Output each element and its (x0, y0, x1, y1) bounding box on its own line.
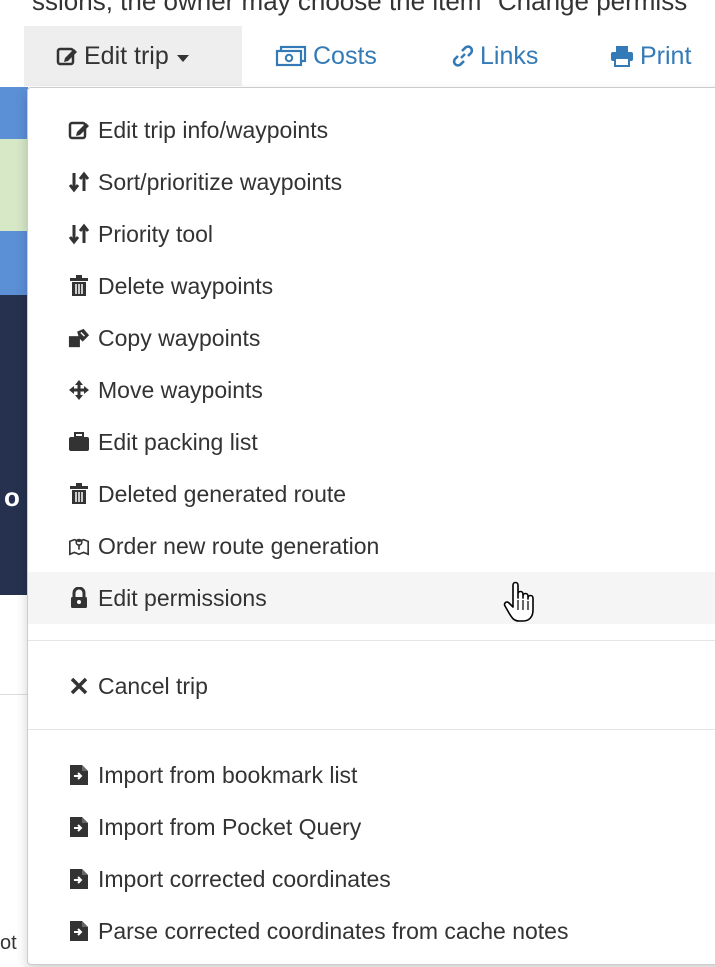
edge-fragment-bottom: ot (0, 932, 17, 954)
money-icon (275, 45, 307, 67)
file-import-icon (68, 764, 90, 786)
menu-item-edit-permissions[interactable]: Edit permissions (28, 572, 715, 624)
page: ssions, the owner may choose the item "C… (0, 0, 715, 967)
menu-item-label: Cancel trip (98, 672, 208, 699)
hand-cursor-icon (503, 580, 537, 629)
menu-item-label: Move waypoints (98, 376, 263, 403)
menu-item-label: Delete waypoints (98, 272, 274, 299)
lock-icon (68, 587, 90, 609)
edit-icon (68, 119, 90, 141)
menu-item-import-bookmark-list[interactable]: Import from bookmark list (28, 749, 715, 801)
menu-item-label: Copy waypoints (98, 324, 261, 351)
trip-nav: Edit trip Costs Links Print (0, 0, 715, 86)
menu-item-label: Parse corrected coordinates from cache n… (98, 917, 569, 944)
caret-down-icon (176, 54, 189, 62)
edit-trip-menu: Edit trip info/waypoints Sort/prioritize… (27, 87, 715, 965)
menu-item-label: Edit packing list (98, 428, 258, 455)
menu-item-label: Import from Pocket Query (98, 813, 362, 840)
menu-item-cancel-trip[interactable]: Cancel trip (28, 660, 715, 712)
edit-icon (56, 45, 78, 67)
menu-divider (28, 640, 715, 641)
costs-label: Costs (313, 41, 377, 70)
file-import-icon (68, 868, 90, 890)
menu-item-edit-packing-list[interactable]: Edit packing list (28, 416, 715, 468)
menu-item-label: Edit permissions (98, 584, 267, 611)
map-icon (68, 535, 90, 557)
print-link[interactable]: Print (610, 26, 691, 86)
copy-icon (68, 327, 90, 349)
trash-icon (68, 275, 90, 297)
file-import-icon (68, 816, 90, 838)
file-import-icon (68, 920, 90, 942)
edit-trip-dropdown[interactable]: Edit trip (24, 26, 242, 86)
bg-strip-blue (0, 87, 28, 139)
edit-trip-label: Edit trip (84, 41, 169, 70)
sort-icon (68, 171, 90, 193)
print-label: Print (640, 41, 692, 70)
move-icon (68, 379, 90, 401)
link-icon (452, 45, 474, 67)
bg-strip-blue2 (0, 231, 28, 295)
edge-fragment: o (4, 482, 20, 512)
bg-strip-line (0, 694, 28, 695)
menu-item-copy-waypoints[interactable]: Copy waypoints (28, 312, 715, 364)
menu-item-parse-corrected-coordinates[interactable]: Parse corrected coordinates from cache n… (28, 905, 715, 957)
menu-item-label: Order new route generation (98, 532, 380, 559)
menu-item-sort-waypoints[interactable]: Sort/prioritize waypoints (28, 156, 715, 208)
menu-item-priority-tool[interactable]: Priority tool (28, 208, 715, 260)
menu-item-label: Sort/prioritize waypoints (98, 168, 343, 195)
links-link[interactable]: Links (452, 26, 538, 86)
bg-strip-green (0, 139, 28, 231)
menu-item-label: Deleted generated route (98, 480, 347, 507)
links-label: Links (480, 41, 539, 70)
menu-item-label: Edit trip info/waypoints (98, 116, 329, 143)
briefcase-icon (68, 431, 90, 453)
print-icon (610, 45, 634, 67)
menu-item-label: Import corrected coordinates (98, 865, 391, 892)
sort-icon (68, 223, 90, 245)
menu-item-move-waypoints[interactable]: Move waypoints (28, 364, 715, 416)
close-icon (68, 675, 90, 697)
menu-item-edit-trip-info[interactable]: Edit trip info/waypoints (28, 104, 715, 156)
menu-item-deleted-generated-route[interactable]: Deleted generated route (28, 468, 715, 520)
trash-icon (68, 483, 90, 505)
menu-item-import-corrected-coordinates[interactable]: Import corrected coordinates (28, 853, 715, 905)
menu-item-label: Priority tool (98, 220, 214, 247)
menu-item-import-pocket-query[interactable]: Import from Pocket Query (28, 801, 715, 853)
menu-item-delete-waypoints[interactable]: Delete waypoints (28, 260, 715, 312)
bg-strip-navy (0, 295, 28, 595)
menu-item-order-route-generation[interactable]: Order new route generation (28, 520, 715, 572)
menu-divider (28, 729, 715, 730)
costs-link[interactable]: Costs (275, 26, 377, 86)
menu-item-label: Import from bookmark list (98, 761, 358, 788)
